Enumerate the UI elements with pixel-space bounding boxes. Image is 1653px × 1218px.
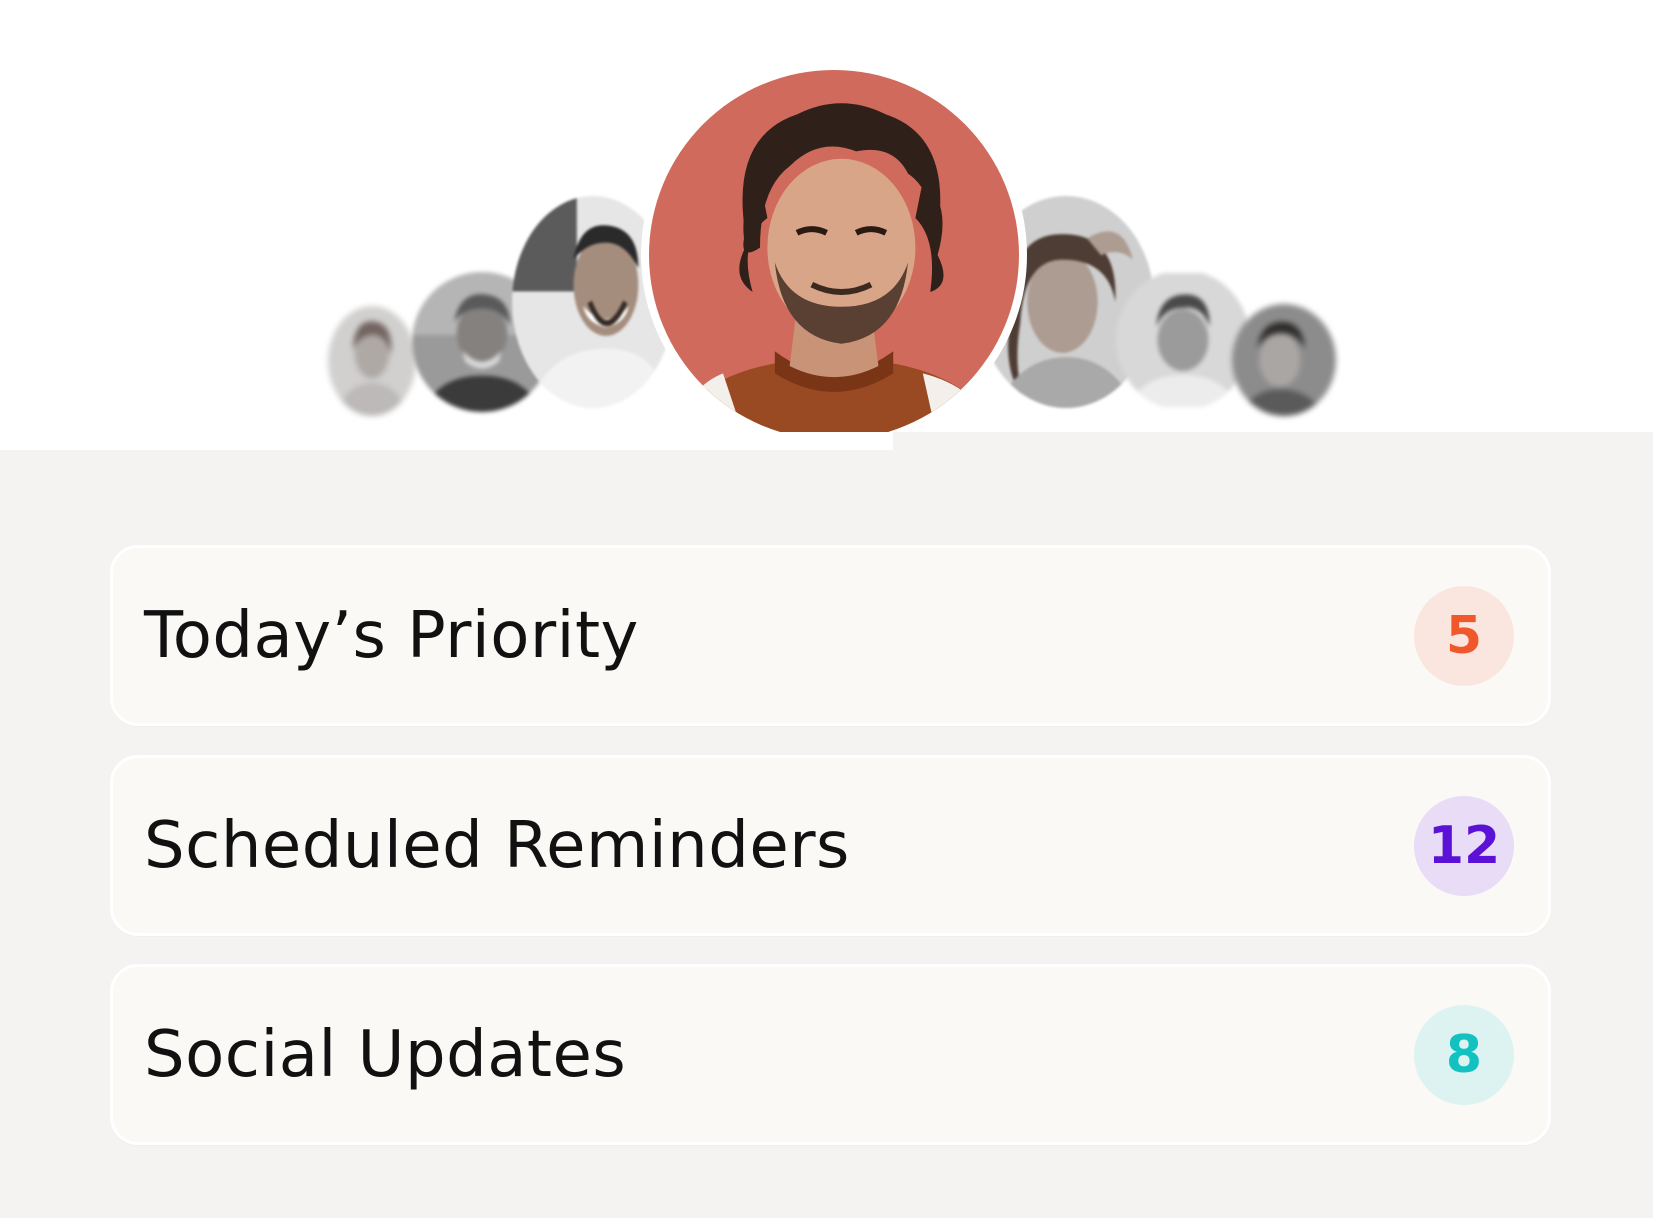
avatar-far-right[interactable]: [1232, 304, 1336, 416]
person-photo-icon: [1116, 273, 1250, 407]
category-label: Today’s Priority: [144, 598, 639, 673]
avatar-right-2[interactable]: [1116, 270, 1250, 410]
person-photo-icon: [328, 306, 416, 416]
count-badge: 12: [1414, 795, 1514, 896]
category-social-updates[interactable]: Social Updates 8: [110, 964, 1551, 1145]
count-badge: 8: [1414, 1004, 1514, 1105]
category-todays-priority[interactable]: Today’s Priority 5: [110, 545, 1551, 726]
avatar-featured[interactable]: [641, 62, 1027, 448]
category-label: Scheduled Reminders: [144, 808, 850, 883]
count-badge: 5: [1414, 585, 1514, 686]
avatar-strip: [0, 0, 1653, 450]
avatar-far-left[interactable]: [328, 306, 416, 416]
category-scheduled-reminders[interactable]: Scheduled Reminders 12: [110, 755, 1551, 936]
category-label: Social Updates: [144, 1017, 627, 1092]
person-photo-icon: [1232, 304, 1336, 416]
person-photo-icon: [649, 70, 1019, 440]
